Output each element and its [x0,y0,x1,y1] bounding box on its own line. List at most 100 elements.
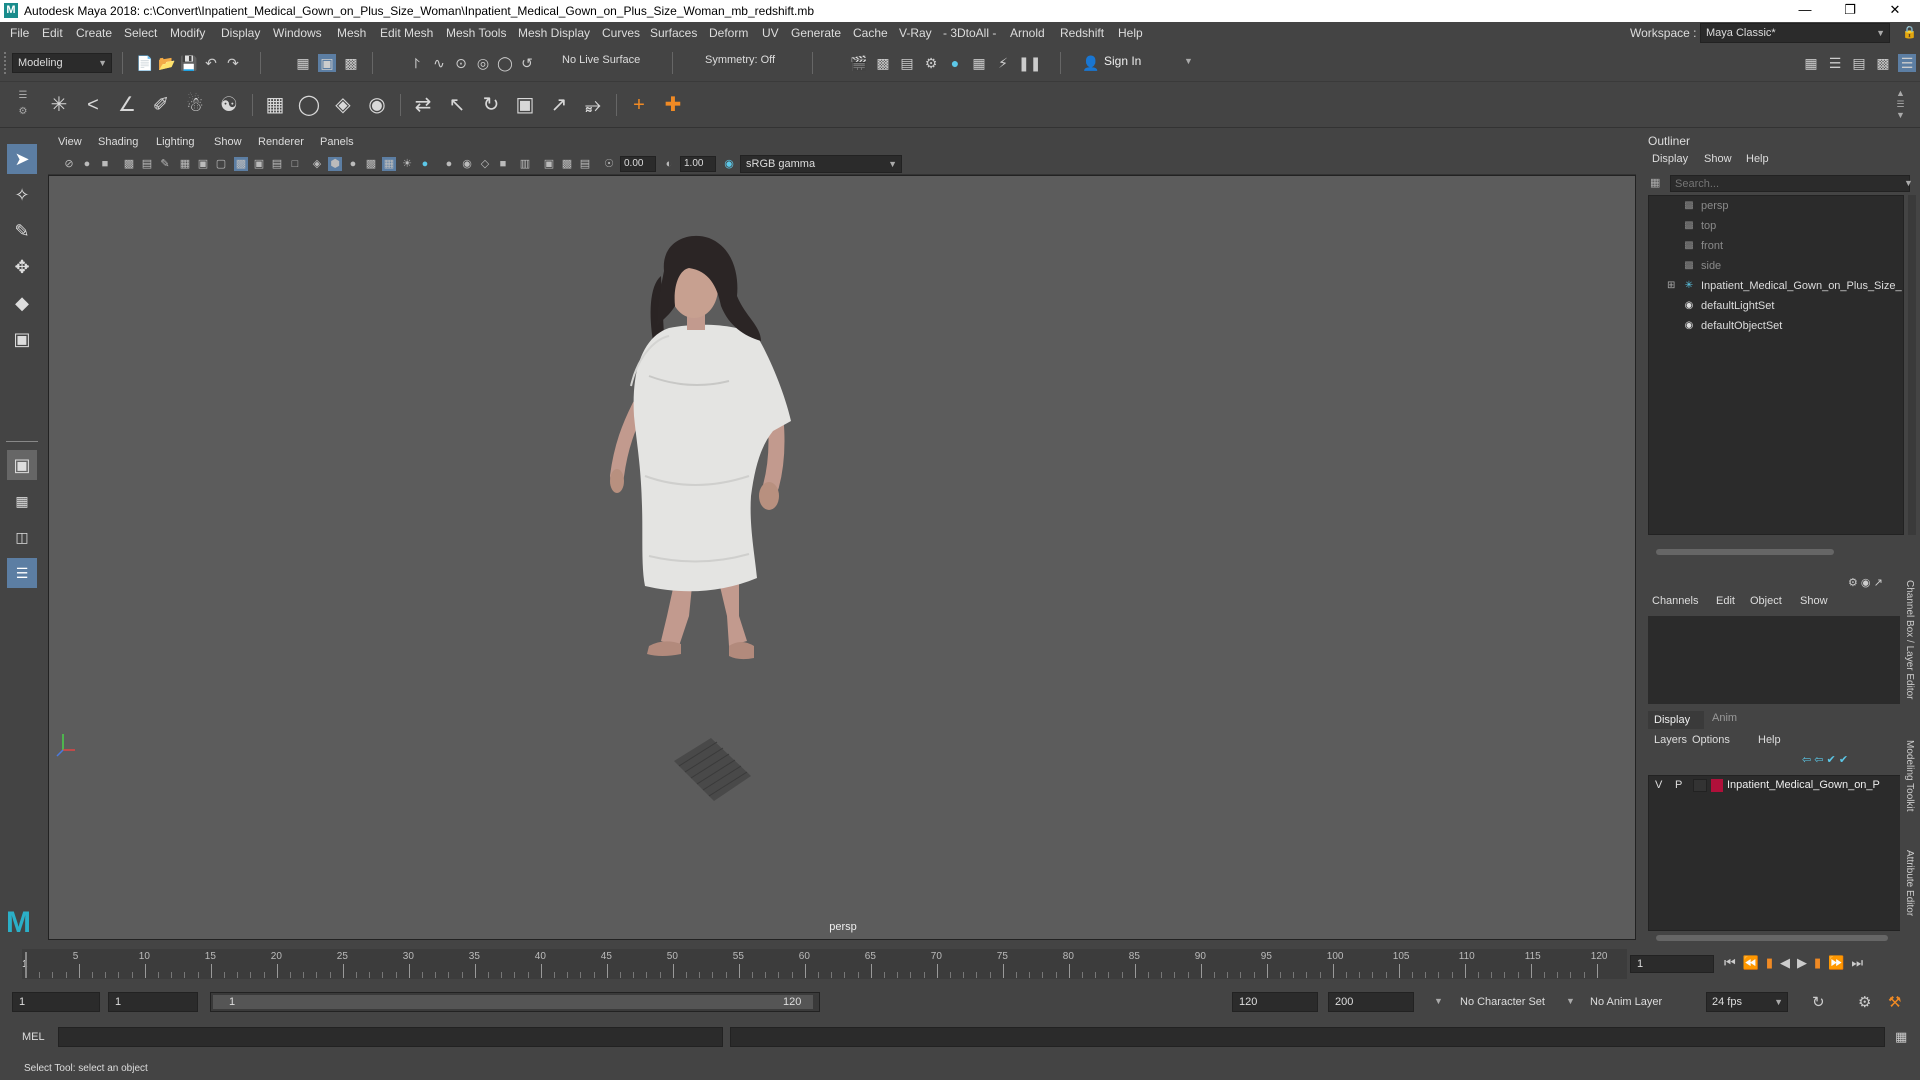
outliner-item-top[interactable]: ▩ top [1649,216,1905,236]
menu-help[interactable]: Help [1118,26,1143,40]
live-surface-label[interactable]: No Live Surface [562,54,640,66]
go-to-end-icon[interactable]: ⏭ [1851,955,1870,970]
film-gate-icon[interactable]: ▣ [196,157,210,171]
outliner-item-front[interactable]: ▩ front [1649,236,1905,256]
exposure-field[interactable]: 0.00 [620,156,656,172]
command-language-label[interactable]: MEL [22,1031,45,1043]
pivot-icon[interactable]: ✚ [658,90,688,120]
workspace-dropdown[interactable]: Maya Classic* ▼ [1700,23,1890,43]
outliner-menu-display[interactable]: Display [1652,153,1688,165]
outliner-menu-show[interactable]: Show [1704,153,1732,165]
menu-arnold[interactable]: Arnold [1010,26,1045,40]
constraint-scale-icon[interactable]: ▣ [510,90,540,120]
layer-actions-icon[interactable]: ⇦ ⇦ ✔ ✔ [1802,753,1848,766]
move-tool-icon[interactable]: ✥ [7,252,37,282]
chevron-down-icon[interactable]: ▼ [1566,996,1575,1006]
edit-menu[interactable]: Edit [1716,595,1735,607]
lasso-tool-icon[interactable]: ✧ [7,180,37,210]
outliner-item-side[interactable]: ▩ side [1649,256,1905,276]
use-all-lights-icon[interactable]: ▦ [382,157,396,171]
bind-skin-icon[interactable]: ✐ [146,90,176,120]
current-frame-field[interactable]: 1 [1630,955,1714,973]
menu-uv[interactable]: UV [762,26,779,40]
menu-file[interactable]: File [10,26,29,40]
tab-anim[interactable]: Anim [1712,712,1737,724]
menu-curves[interactable]: Curves [602,26,640,40]
resolution-gate-icon[interactable]: ▢ [214,157,228,171]
outliner-search-input[interactable] [1670,175,1910,192]
menu-surfaces[interactable]: Surfaces [650,26,697,40]
channel-box-icon[interactable]: ▩ [1874,54,1892,72]
panel-menu-show[interactable]: Show [214,136,242,148]
panel-menu-panels[interactable]: Panels [320,136,354,148]
menu-cache[interactable]: Cache [853,26,888,40]
smooth-shade-icon[interactable]: ⬢ [328,157,342,171]
paint-select-tool-icon[interactable]: ✎ [7,216,37,246]
step-forward-key-icon[interactable]: ▮ [1814,955,1828,970]
tab-attribute-editor[interactable]: Attribute Editor [1904,850,1915,916]
anim-layer-dropdown[interactable]: No Anim Layer [1590,996,1662,1008]
screen-space-ao-icon[interactable]: ● [418,157,432,171]
outliner-item-gown-group[interactable]: ⊞ ✳ Inpatient_Medical_Gown_on_Plus_Size_ [1649,276,1905,296]
xray-components-icon[interactable]: ▩ [560,157,574,171]
hypershade-icon[interactable]: ● [946,54,964,72]
save-scene-icon[interactable]: 💾 [180,54,198,72]
menu-mesh-tools[interactable]: Mesh Tools [446,26,506,40]
outliner-layout-icon[interactable]: ☰ [7,558,37,588]
sign-in-button[interactable]: Sign In [1104,54,1141,68]
playback-end-field[interactable]: 120 [1232,992,1318,1012]
auto-key-icon[interactable]: ⚙ [1858,993,1871,1011]
color-management-icon[interactable]: ◉ [722,157,736,171]
wireframe-on-shaded-icon[interactable]: ● [346,157,360,171]
locator-icon[interactable]: + [624,90,654,120]
fps-dropdown[interactable]: 24 fps ▼ [1706,992,1788,1012]
shelf-options-icon[interactable]: ☰ ⚙ [18,88,28,122]
wrap-deformer-icon[interactable]: ◈ [328,90,358,120]
cluster-icon[interactable]: ◯ [294,90,324,120]
tab-modeling-toolkit[interactable]: Modeling Toolkit [1904,740,1915,812]
gate-mask-icon[interactable]: ▩ [234,157,248,171]
outliner-item-persp[interactable]: ▩ persp [1649,196,1905,216]
channels-menu[interactable]: Channels [1652,595,1698,607]
xray-joints-icon[interactable]: ▣ [542,157,556,171]
start-frame-field[interactable]: 1 [12,992,100,1012]
redo-icon[interactable]: ↷ [224,54,242,72]
go-to-start-icon[interactable]: ⏮ [1724,955,1743,970]
snap-point-icon[interactable]: ⊙ [452,54,470,72]
chevron-down-icon[interactable]: ▼ [1904,178,1913,188]
menu-create[interactable]: Create [76,26,112,40]
safe-title-icon[interactable]: □ [288,157,302,171]
play-backward-icon[interactable]: ◀ [1780,955,1797,970]
joint-tool-icon[interactable]: ✳ [44,90,74,120]
scale-tool-icon[interactable]: ▣ [7,324,37,354]
constraint-orient-icon[interactable]: ↻ [476,90,506,120]
help-menu[interactable]: Help [1758,734,1781,746]
redshift-render-icon[interactable]: ▦ [970,54,988,72]
layer-row[interactable]: V P Inpatient_Medical_Gown_on_P [1649,776,1903,796]
layer-horizontal-scrollbar[interactable] [1656,935,1888,941]
attribute-editor-icon[interactable]: ☰ [1826,54,1844,72]
persp-outliner-icon[interactable]: ◫ [7,522,37,552]
outliner-item-default-light-set[interactable]: ◉ defaultLightSet [1649,296,1905,316]
humanik-icon[interactable]: ☃ [180,90,210,120]
panel-menu-shading[interactable]: Shading [98,136,138,148]
select-camera-icon[interactable]: ⊘ [62,157,76,171]
step-forward-icon[interactable]: ⏩ [1828,955,1851,970]
ik-spline-icon[interactable]: ∠ [112,90,142,120]
select-component-icon[interactable]: ▩ [342,54,360,72]
open-scene-icon[interactable]: 📂 [158,54,176,72]
single-perspective-icon[interactable]: ▣ [7,450,37,480]
outliner-item-default-object-set[interactable]: ◉ defaultObjectSet [1649,316,1905,336]
exposure-icon[interactable]: ☉ [602,157,616,171]
view-transform-dropdown[interactable]: sRGB gamma ▼ [740,155,902,173]
rotate-tool-icon[interactable]: ◆ [7,288,37,318]
menu-mesh-display[interactable]: Mesh Display [518,26,590,40]
object-menu[interactable]: Object [1750,595,1782,607]
2d-pan-zoom-icon[interactable]: ▤ [140,157,154,171]
options-menu[interactable]: Options [1692,734,1730,746]
tool-settings-icon[interactable]: ▤ [1850,54,1868,72]
symmetry-label[interactable]: Symmetry: Off [705,54,775,66]
undo-icon[interactable]: ↶ [202,54,220,72]
menu-display[interactable]: Display [221,26,260,40]
outliner-horizontal-scrollbar[interactable] [1656,549,1834,555]
